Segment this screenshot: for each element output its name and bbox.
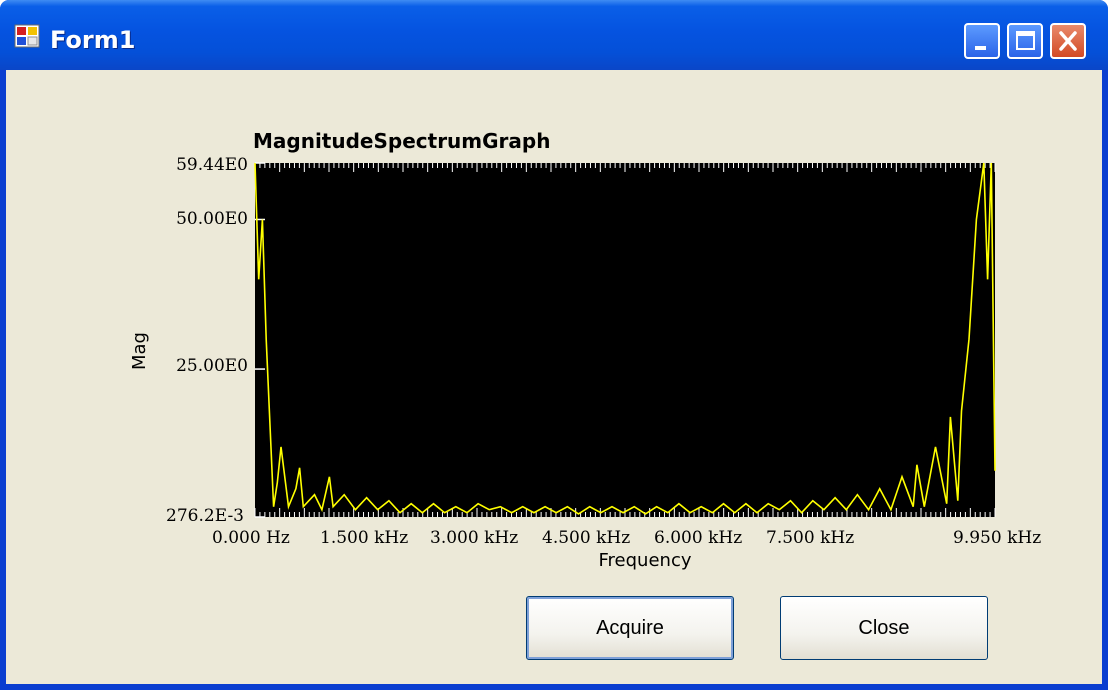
y-tick-label: 50.00E0 <box>176 209 248 229</box>
y-tick-label: 25.00E0 <box>176 356 248 376</box>
x-tick-label: 9.950 kHz <box>953 528 1042 548</box>
form1-window: Form1 MagnitudeSpectrumGraph 59.44E0 50.… <box>0 0 1108 690</box>
magnitude-spectrum-graph <box>254 162 996 518</box>
close-button[interactable]: Close <box>780 596 988 660</box>
x-tick-label: 3.000 kHz <box>430 528 519 548</box>
y-tick-label: 59.44E0 <box>176 155 248 175</box>
x-axis-title: Frequency <box>598 550 692 571</box>
x-tick-label: 7.500 kHz <box>766 528 855 548</box>
acquire-button[interactable]: Acquire <box>526 596 734 660</box>
y-tick-label: 276.2E-3 <box>166 506 244 526</box>
x-tick-label: 6.000 kHz <box>654 528 743 548</box>
x-tick-label: 1.500 kHz <box>320 528 409 548</box>
plot-area <box>255 163 995 517</box>
y-axis-title: Mag <box>129 332 150 370</box>
x-tick-label: 4.500 kHz <box>542 528 631 548</box>
x-tick-label: 0.000 Hz <box>212 528 290 548</box>
